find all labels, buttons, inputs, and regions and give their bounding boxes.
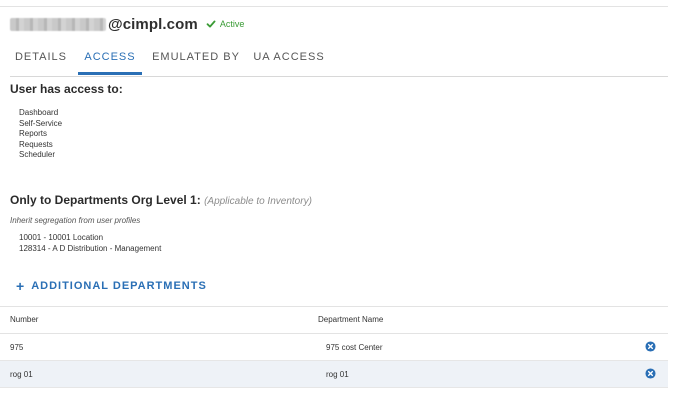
- departments-note: (Applicable to Inventory): [204, 196, 312, 207]
- table-row: 975 975 cost Center: [0, 334, 668, 361]
- inherit-note: Inherit segregation from user profiles: [10, 216, 141, 225]
- department-item: 10001 - 10001 Location: [19, 233, 104, 242]
- top-divider: [0, 6, 668, 7]
- status-text: Active: [219, 19, 245, 29]
- departments-title-text: Only to Departments Org Level 1:: [10, 193, 201, 207]
- department-item: 128314 - A D Distribution - Management: [19, 244, 162, 253]
- add-departments-label: ADDITIONAL DEPARTMENTS: [31, 280, 207, 292]
- column-header-number[interactable]: Number: [10, 315, 38, 324]
- remove-circle-icon[interactable]: [645, 368, 656, 379]
- cell-number: 975: [10, 343, 24, 352]
- tab-access[interactable]: ACCESS: [78, 46, 142, 75]
- column-header-department-name[interactable]: Department Name: [318, 315, 383, 324]
- access-section-title: User has access to:: [10, 82, 123, 96]
- email-username-redacted: [10, 17, 106, 31]
- add-departments-button[interactable]: + ADDITIONAL DEPARTMENTS: [16, 278, 207, 294]
- tab-emulated-by[interactable]: EMULATED BY: [148, 46, 244, 75]
- table-row: rog 01 rog 01: [0, 361, 668, 388]
- access-item-scheduler: Scheduler: [19, 150, 56, 159]
- cell-department-name: rog 01: [326, 370, 349, 379]
- departments-table: Number Department Name 975 975 cost Cent…: [0, 306, 668, 388]
- tab-bar: DETAILS ACCESS EMULATED BY UA ACCESS: [10, 46, 668, 77]
- access-item-reports: Reports: [19, 129, 48, 138]
- tab-details[interactable]: DETAILS: [10, 46, 72, 75]
- table-header: Number Department Name: [0, 306, 668, 334]
- user-header: @cimpl.com Active: [10, 13, 244, 35]
- departments-section-title: Only to Departments Org Level 1: (Applic…: [10, 193, 312, 207]
- user-email: @cimpl.com: [108, 15, 198, 33]
- access-list: Dashboard Self-Service Reports Requests …: [19, 108, 62, 161]
- access-item-self-service: Self-Service: [19, 118, 63, 128]
- status-badge: Active: [206, 19, 245, 29]
- access-item-dashboard: Dashboard: [19, 108, 59, 117]
- check-icon: [206, 20, 216, 28]
- tab-ua-access[interactable]: UA ACCESS: [248, 46, 330, 75]
- inherited-departments-list: 10001 - 10001 Location 128314 - A D Dist…: [19, 232, 161, 254]
- access-item-requests: Requests: [19, 139, 53, 149]
- remove-circle-icon[interactable]: [645, 341, 656, 352]
- plus-icon: +: [16, 278, 25, 294]
- cell-department-name: 975 cost Center: [326, 343, 383, 352]
- cell-number: rog 01: [10, 370, 33, 379]
